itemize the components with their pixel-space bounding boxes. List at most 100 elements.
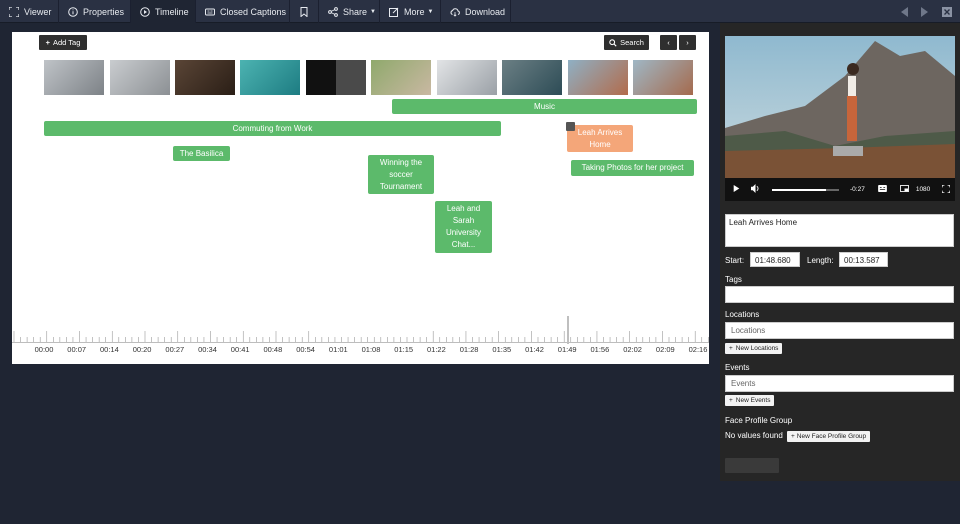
captions-icon[interactable] [877,185,887,194]
tick-label: 00:27 [165,345,185,354]
tab-bookmark[interactable] [290,0,319,23]
thumbnail-aerial-sea[interactable] [240,60,300,95]
tag-label: Taking Photos for her project [581,163,684,172]
tab-closed-captions-label: Closed Captions [220,6,287,17]
cc-icon [205,7,215,17]
tags-input[interactable] [725,286,954,303]
title-field[interactable] [725,214,954,247]
quality-label[interactable]: 1080 [916,186,930,193]
arrow-right-icon [921,6,928,17]
next-button[interactable] [919,0,929,23]
new-locations-label: New Locations [735,345,779,352]
tag-the-basilica[interactable]: The Basilica [173,146,230,161]
tick-label: 00:48 [263,345,283,354]
tab-share-label: Share [343,6,368,17]
info-icon [68,6,78,17]
plus-icon: + [791,433,795,440]
tab-download-label: Download [465,6,506,17]
thumbnail-crowd-2[interactable] [110,60,170,95]
plus-icon: + [45,38,50,47]
tag-music[interactable]: Music [392,99,697,114]
cloud-download-icon [450,7,460,17]
tag-leah-sarah-chat[interactable]: Leah and Sarah University Chat... [435,201,492,253]
add-tag-label: Add Tag [53,38,81,47]
pip-icon[interactable] [899,185,909,194]
tick-label: 00:34 [198,345,217,354]
viewer-icon [9,6,19,17]
start-field[interactable]: 01:48.680 [750,252,800,267]
tab-viewer-label: Viewer [24,6,52,17]
tick-label: 01:49 [557,345,577,354]
save-button[interactable] [725,458,779,473]
volume-icon[interactable] [751,184,760,195]
no-values-text: No values found [725,431,783,440]
time-remaining: -0:27 [850,186,865,193]
new-events-label: New Events [735,397,771,404]
tab-more-label: More [404,6,425,17]
plus-icon: + [729,397,733,404]
events-input[interactable]: Events [725,375,954,392]
timeline-prev-button[interactable]: ‹ [660,35,677,50]
thumbnail-coast[interactable] [502,60,562,95]
search-button[interactable]: Search [604,35,649,50]
length-field[interactable]: 00:13.587 [839,252,888,267]
tags-label: Tags [725,275,742,284]
play-circle-icon [140,6,150,17]
tick-label: 01:28 [459,345,479,354]
tick-label: 01:15 [394,345,414,354]
new-face-group-label: New Face Profile Group [796,433,867,440]
tab-closed-captions[interactable]: Closed Captions [196,0,290,23]
add-tag-button[interactable]: + Add Tag [39,35,87,50]
tick-label: 00:20 [132,345,152,354]
top-navigation: Viewer Properties Timeline Closed Captio… [0,0,960,23]
fullscreen-icon[interactable] [941,183,951,195]
chevron-down-icon: ▼ [427,8,434,15]
video-player[interactable]: -0:27 1080 [725,36,955,201]
thumbnail-portrait[interactable] [371,60,431,95]
time-ruler[interactable] [12,329,709,343]
seek-bar[interactable] [772,188,839,191]
tag-leah-arrives-home[interactable]: Leah Arrives Home [567,125,633,152]
thumbnail-mountain-2[interactable] [633,60,693,95]
video-frame [725,36,955,178]
thumbnail-friends[interactable] [437,60,497,95]
play-icon[interactable] [733,185,740,194]
tab-viewer[interactable]: Viewer [0,0,59,23]
length-label: Length: [807,256,834,265]
locations-input[interactable]: Locations [725,322,954,339]
new-face-group-button[interactable]: + New Face Profile Group [787,431,871,442]
tick-label: 01:08 [361,345,381,354]
close-button[interactable] [942,0,952,23]
tick-label: 00:14 [100,345,119,354]
tab-download[interactable]: Download [441,0,511,23]
tag-label: Leah Arrives Home [577,127,623,149]
tab-properties[interactable]: Properties [59,0,131,23]
locations-label: Locations [725,310,760,319]
tag-commuting-from-work[interactable]: Commuting from Work [44,121,501,136]
bookmark-icon [299,6,309,17]
drag-handle[interactable] [566,122,575,131]
thumbnail-dark[interactable] [306,60,366,95]
tick-label: 01:01 [328,345,348,354]
search-icon [609,38,617,47]
tick-label: 00:54 [296,345,315,354]
tab-timeline[interactable]: Timeline [131,0,196,23]
tag-taking-photos[interactable]: Taking Photos for her project [571,160,694,176]
new-events-button[interactable]: + New Events [725,395,775,406]
thumbnail-crowd-1[interactable] [44,60,104,95]
tab-more[interactable]: More ▼ [380,0,441,23]
start-label: Start: [725,256,745,265]
thumbnail-mountain[interactable] [568,60,628,95]
tag-label: Music [534,101,555,111]
tab-share[interactable]: Share ▼ [319,0,380,23]
thumbnail-street[interactable] [175,60,235,95]
face-group-label: Face Profile Group [725,416,793,425]
tag-winning-soccer[interactable]: Winning the soccer Tournament [368,155,434,194]
previous-button[interactable] [900,0,910,23]
new-locations-button[interactable]: + New Locations [725,343,783,354]
close-icon [942,6,952,17]
arrow-left-icon [901,6,908,17]
tag-label: Winning the soccer Tournament [379,157,423,191]
timeline-next-button[interactable]: › [679,35,696,50]
playhead[interactable] [567,316,569,344]
